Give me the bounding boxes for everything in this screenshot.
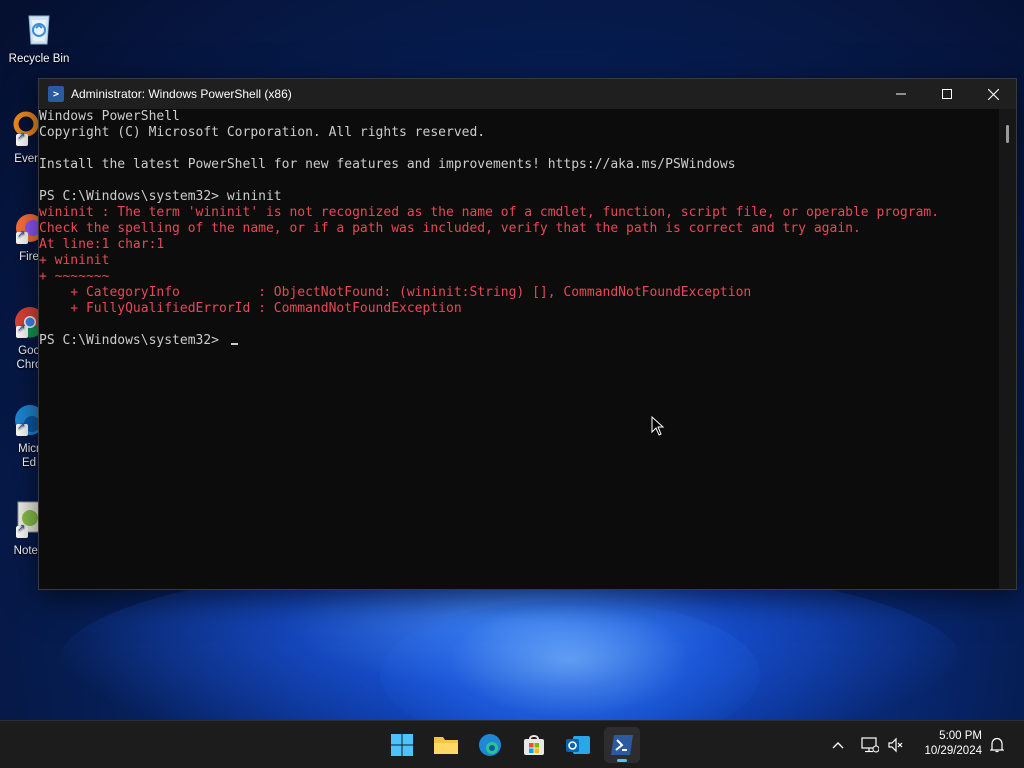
- maximize-button[interactable]: [924, 79, 970, 109]
- taskbar: 5:00 PM 10/29/2024: [0, 720, 1024, 768]
- window-title: Administrator: Windows PowerShell (x86): [71, 87, 292, 101]
- powershell-window[interactable]: > Administrator: Windows PowerShell (x86…: [38, 78, 1017, 590]
- show-hidden-icons-button[interactable]: [826, 721, 850, 768]
- console-line: PS C:\Windows\system32> wininit: [39, 189, 999, 205]
- edge-icon: [0, 398, 45, 438]
- console-line-text: Install the latest PowerShell for new fe…: [39, 157, 736, 172]
- recycle-bin-icon: [19, 8, 59, 48]
- console-line: + wininit: [39, 253, 999, 269]
- notifications-button[interactable]: [986, 721, 1008, 768]
- console-line: wininit : The term 'wininit' is not reco…: [39, 205, 999, 221]
- system-clock[interactable]: 5:00 PM 10/29/2024: [924, 729, 982, 759]
- console-line: Check the spelling of the name, or if a …: [39, 221, 999, 237]
- store-icon: [524, 735, 544, 755]
- volume-button[interactable]: [884, 721, 908, 768]
- notepad-plus-plus-icon: [0, 500, 41, 540]
- console-line-text: wininit : The term 'wininit' is not reco…: [39, 205, 940, 220]
- active-app-indicator: [617, 759, 627, 762]
- console-line: Copyright (C) Microsoft Corporation. All…: [39, 125, 999, 141]
- clock-time: 5:00 PM: [939, 730, 982, 742]
- console-line-text: PS C:\Windows\system32> wininit: [39, 189, 282, 204]
- windows-logo-icon: [391, 734, 413, 756]
- chevron-up-icon: [832, 742, 844, 749]
- mouse-pointer-icon: [651, 416, 665, 436]
- firefox-icon: [0, 206, 44, 246]
- taskbar-edge[interactable]: [472, 727, 508, 763]
- console-line-text: + FullyQualifiedErrorId : CommandNotFoun…: [39, 301, 462, 316]
- maximize-icon: [942, 89, 952, 99]
- minimize-icon: [896, 93, 906, 95]
- scrollbar-thumb[interactable]: [1006, 125, 1009, 143]
- powershell-icon: [611, 735, 633, 755]
- text-cursor: [230, 343, 238, 345]
- taskbar-outlook[interactable]: [560, 727, 596, 763]
- desktop-icon-recycle-bin[interactable]: Recycle Bin: [1, 8, 77, 66]
- everything-search-icon: [0, 108, 40, 148]
- console-line: + FullyQualifiedErrorId : CommandNotFoun…: [39, 301, 999, 317]
- chrome-icon: [0, 300, 45, 340]
- console-line-text: Copyright (C) Microsoft Corporation. All…: [39, 125, 486, 140]
- window-controls: [878, 79, 1016, 109]
- powershell-icon: >: [48, 86, 64, 102]
- outlook-icon: [566, 736, 590, 754]
- console-line: Install the latest PowerShell for new fe…: [39, 157, 999, 173]
- console-line: Windows PowerShell: [39, 109, 999, 125]
- bell-icon: [990, 737, 1004, 753]
- vertical-scrollbar[interactable]: [999, 109, 1016, 589]
- minimize-button[interactable]: [878, 79, 924, 109]
- console-line-text: + wininit: [39, 253, 110, 268]
- desktop-icon-label: Recycle Bin: [8, 53, 70, 65]
- console-output[interactable]: Windows PowerShell Copyright (C) Microsof…: [39, 109, 999, 589]
- speaker-muted-icon: [888, 737, 903, 753]
- console-line: + CategoryInfo : ObjectNotFound: (winini…: [39, 285, 999, 301]
- network-status-button[interactable]: [858, 721, 882, 768]
- network-disconnected-icon: [861, 737, 879, 753]
- clock-date: 10/29/2024: [924, 745, 982, 757]
- console-line: PS C:\Windows\system32>: [39, 333, 999, 349]
- console-line-text: + CategoryInfo : ObjectNotFound: (winini…: [39, 285, 752, 300]
- taskbar-file-explorer[interactable]: [428, 727, 464, 763]
- folder-icon: [434, 737, 458, 754]
- close-button[interactable]: [970, 79, 1016, 109]
- console-line-text: + ~~~~~~~: [39, 269, 110, 284]
- console-line: + ~~~~~~~: [39, 269, 999, 285]
- start-button[interactable]: [384, 727, 420, 763]
- console-line-text: Windows PowerShell: [39, 109, 180, 124]
- console-line-text: At line:1 char:1: [39, 237, 165, 252]
- console-line: At line:1 char:1: [39, 237, 999, 253]
- edge-icon: [479, 734, 501, 756]
- close-icon: [987, 88, 999, 100]
- taskbar-powershell[interactable]: [604, 727, 640, 763]
- taskbar-microsoft-store[interactable]: [516, 727, 552, 763]
- window-titlebar[interactable]: > Administrator: Windows PowerShell (x86…: [39, 79, 1016, 109]
- console-line-text: PS C:\Windows\system32>: [39, 333, 227, 348]
- console-line-text: Check the spelling of the name, or if a …: [39, 221, 861, 236]
